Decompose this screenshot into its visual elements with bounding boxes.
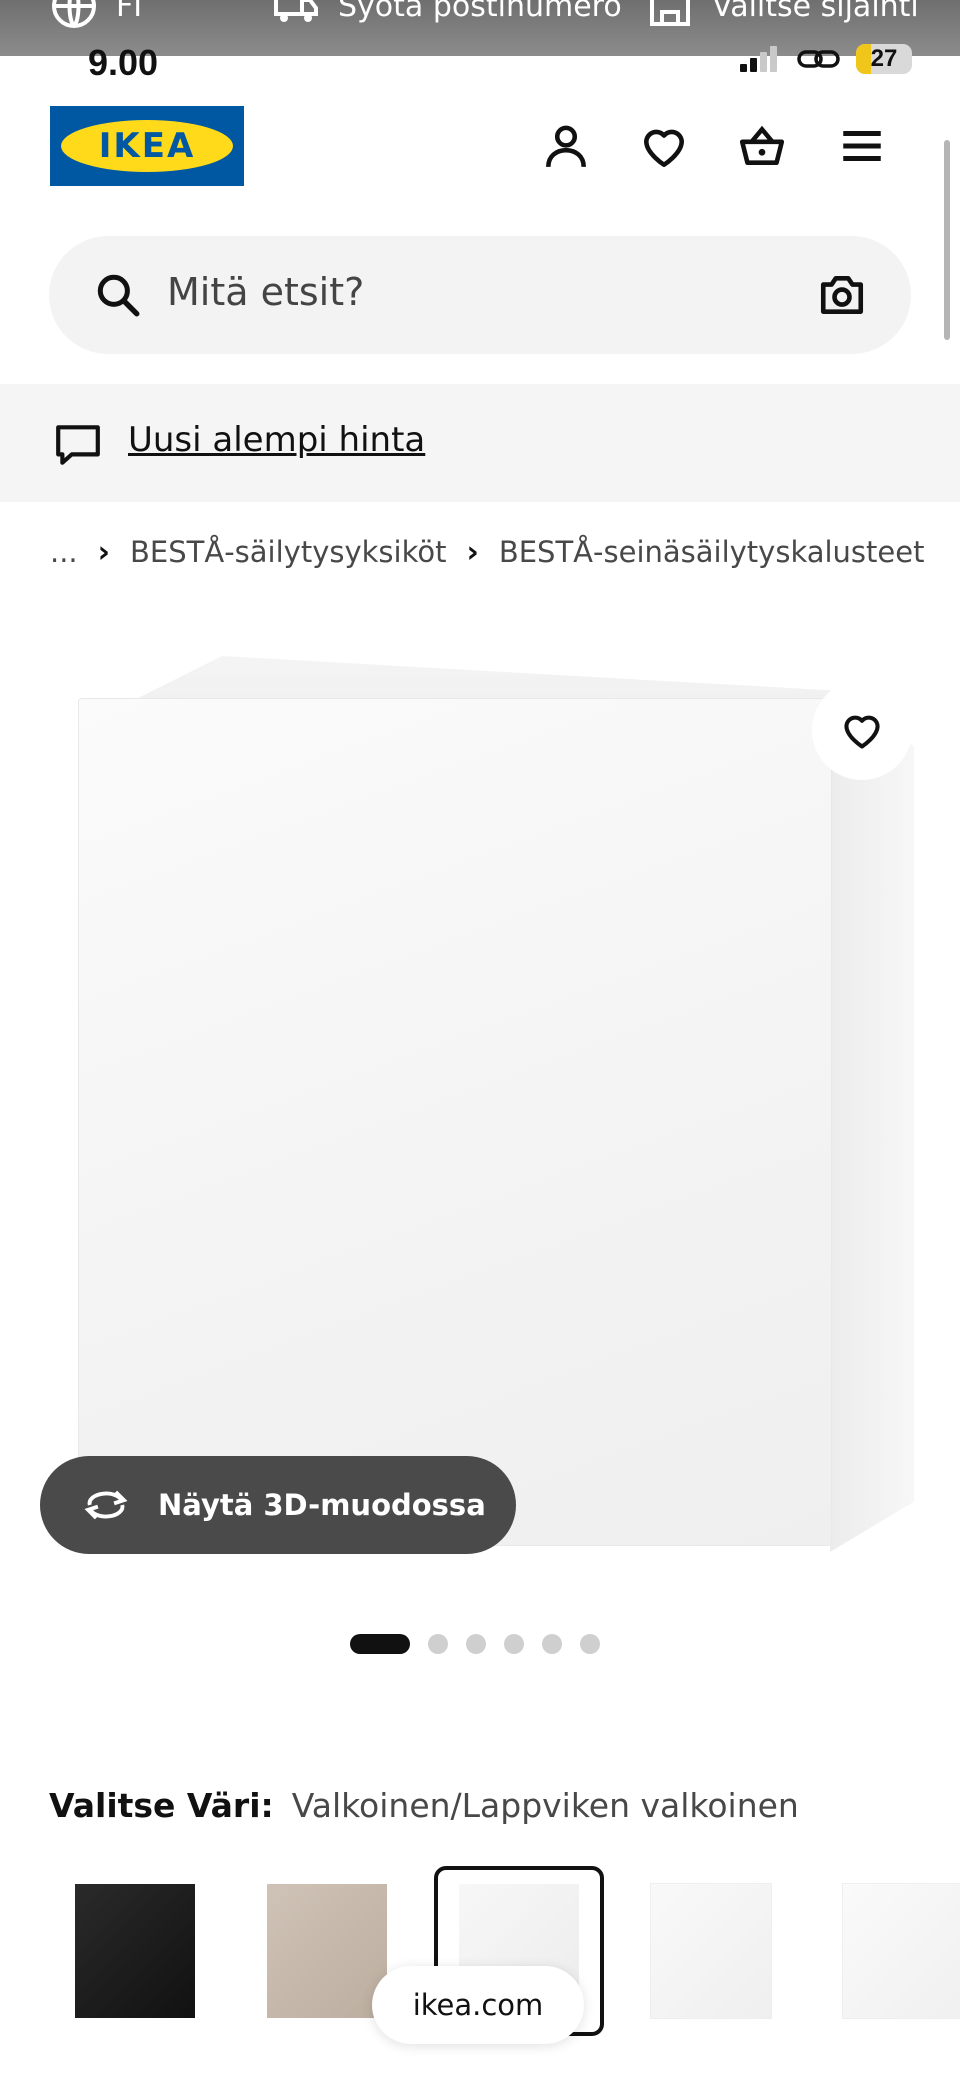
browser-url: ikea.com [412, 1988, 544, 2022]
color-swatch-white-3[interactable] [818, 1866, 960, 2036]
swatch-image [267, 1884, 387, 2018]
carousel-dot[interactable] [504, 1634, 524, 1654]
cart-button[interactable] [732, 116, 792, 176]
user-icon [546, 125, 586, 168]
breadcrumb-item[interactable]: BESTÅ-säilytysyksiköt [130, 535, 446, 569]
menu-button[interactable] [832, 116, 892, 176]
link-icon [797, 50, 840, 68]
swatch-image [842, 1883, 960, 2019]
globe-icon [52, 0, 96, 28]
page-scrollbar[interactable] [944, 140, 950, 340]
location-selector[interactable]: Valitse sijainti [646, 0, 919, 30]
message-icon [56, 425, 100, 465]
logo-oval: IKEA [61, 120, 233, 172]
swatch-image [650, 1883, 772, 2019]
logo-text: IKEA [98, 126, 196, 166]
add-to-favourites-button[interactable] [812, 680, 912, 780]
battery-indicator: 27 [856, 44, 912, 74]
ikea-logo[interactable]: IKEA [50, 106, 244, 186]
cabinet-side-surface [830, 712, 914, 1552]
product-image[interactable] [40, 620, 960, 1600]
view-3d-button[interactable]: Näytä 3D-muodossa [40, 1456, 516, 1554]
heart-icon [844, 715, 880, 749]
color-swatch-white-2[interactable] [626, 1866, 796, 2036]
swatch-image [75, 1884, 195, 2018]
breadcrumb: ... › BESTÅ-säilytysyksiköt › BESTÅ-sein… [50, 530, 924, 574]
truck-icon [274, 0, 318, 22]
chevron-right-icon: › [97, 534, 111, 570]
carousel-dot-active[interactable] [350, 1634, 410, 1654]
postal-code-label: Syötä postinumero [338, 0, 622, 24]
account-button[interactable] [536, 116, 596, 176]
browser-url-pill[interactable]: ikea.com [372, 1966, 584, 2044]
postal-code-selector[interactable]: Syötä postinumero [272, 0, 622, 30]
search-bar[interactable]: Mitä etsit? [49, 236, 911, 354]
announcement-link[interactable]: Uusi alempi hinta [128, 420, 425, 460]
carousel-dot[interactable] [466, 1634, 486, 1654]
battery-fill [856, 44, 872, 74]
chevron-right-icon: › [466, 534, 479, 570]
language-label: FI [116, 0, 143, 24]
color-value: Valkoinen/Lappviken valkoinen [291, 1786, 799, 1825]
view-3d-label: Näytä 3D-muodossa [158, 1488, 486, 1522]
store-icon [650, 0, 690, 26]
status-icons: 27 [738, 44, 912, 74]
color-label: Valitse Väri: [49, 1786, 274, 1825]
camera-icon[interactable] [817, 270, 867, 320]
carousel-dot[interactable] [580, 1634, 600, 1654]
carousel-dot[interactable] [428, 1634, 448, 1654]
image-carousel-dots [350, 1630, 600, 1658]
signal-icon [740, 46, 777, 72]
breadcrumb-item[interactable]: BESTÅ-seinäsäilytyskalusteet [499, 535, 925, 569]
breadcrumb-item[interactable]: ... [50, 535, 78, 569]
cabinet-front-door [78, 698, 832, 1546]
favourites-button[interactable] [634, 116, 694, 176]
search-input[interactable]: Mitä etsit? [167, 270, 364, 314]
menu-icon [843, 131, 881, 161]
location-label: Valitse sijainti [712, 0, 919, 24]
color-swatch-black[interactable] [50, 1866, 220, 2036]
carousel-dot[interactable] [542, 1634, 562, 1654]
basket-icon [739, 125, 785, 165]
rotate-3d-icon [84, 1490, 128, 1520]
battery-level: 27 [870, 45, 898, 72]
color-selection-label: Valitse Väri: Valkoinen/Lappviken valkoin… [49, 1786, 799, 1825]
status-time: 9.00 [88, 42, 159, 83]
search-icon [97, 274, 140, 317]
announcement-banner: Uusi alempi hinta [0, 384, 960, 502]
heart-icon [644, 129, 684, 168]
language-selector[interactable]: FI [50, 0, 142, 30]
